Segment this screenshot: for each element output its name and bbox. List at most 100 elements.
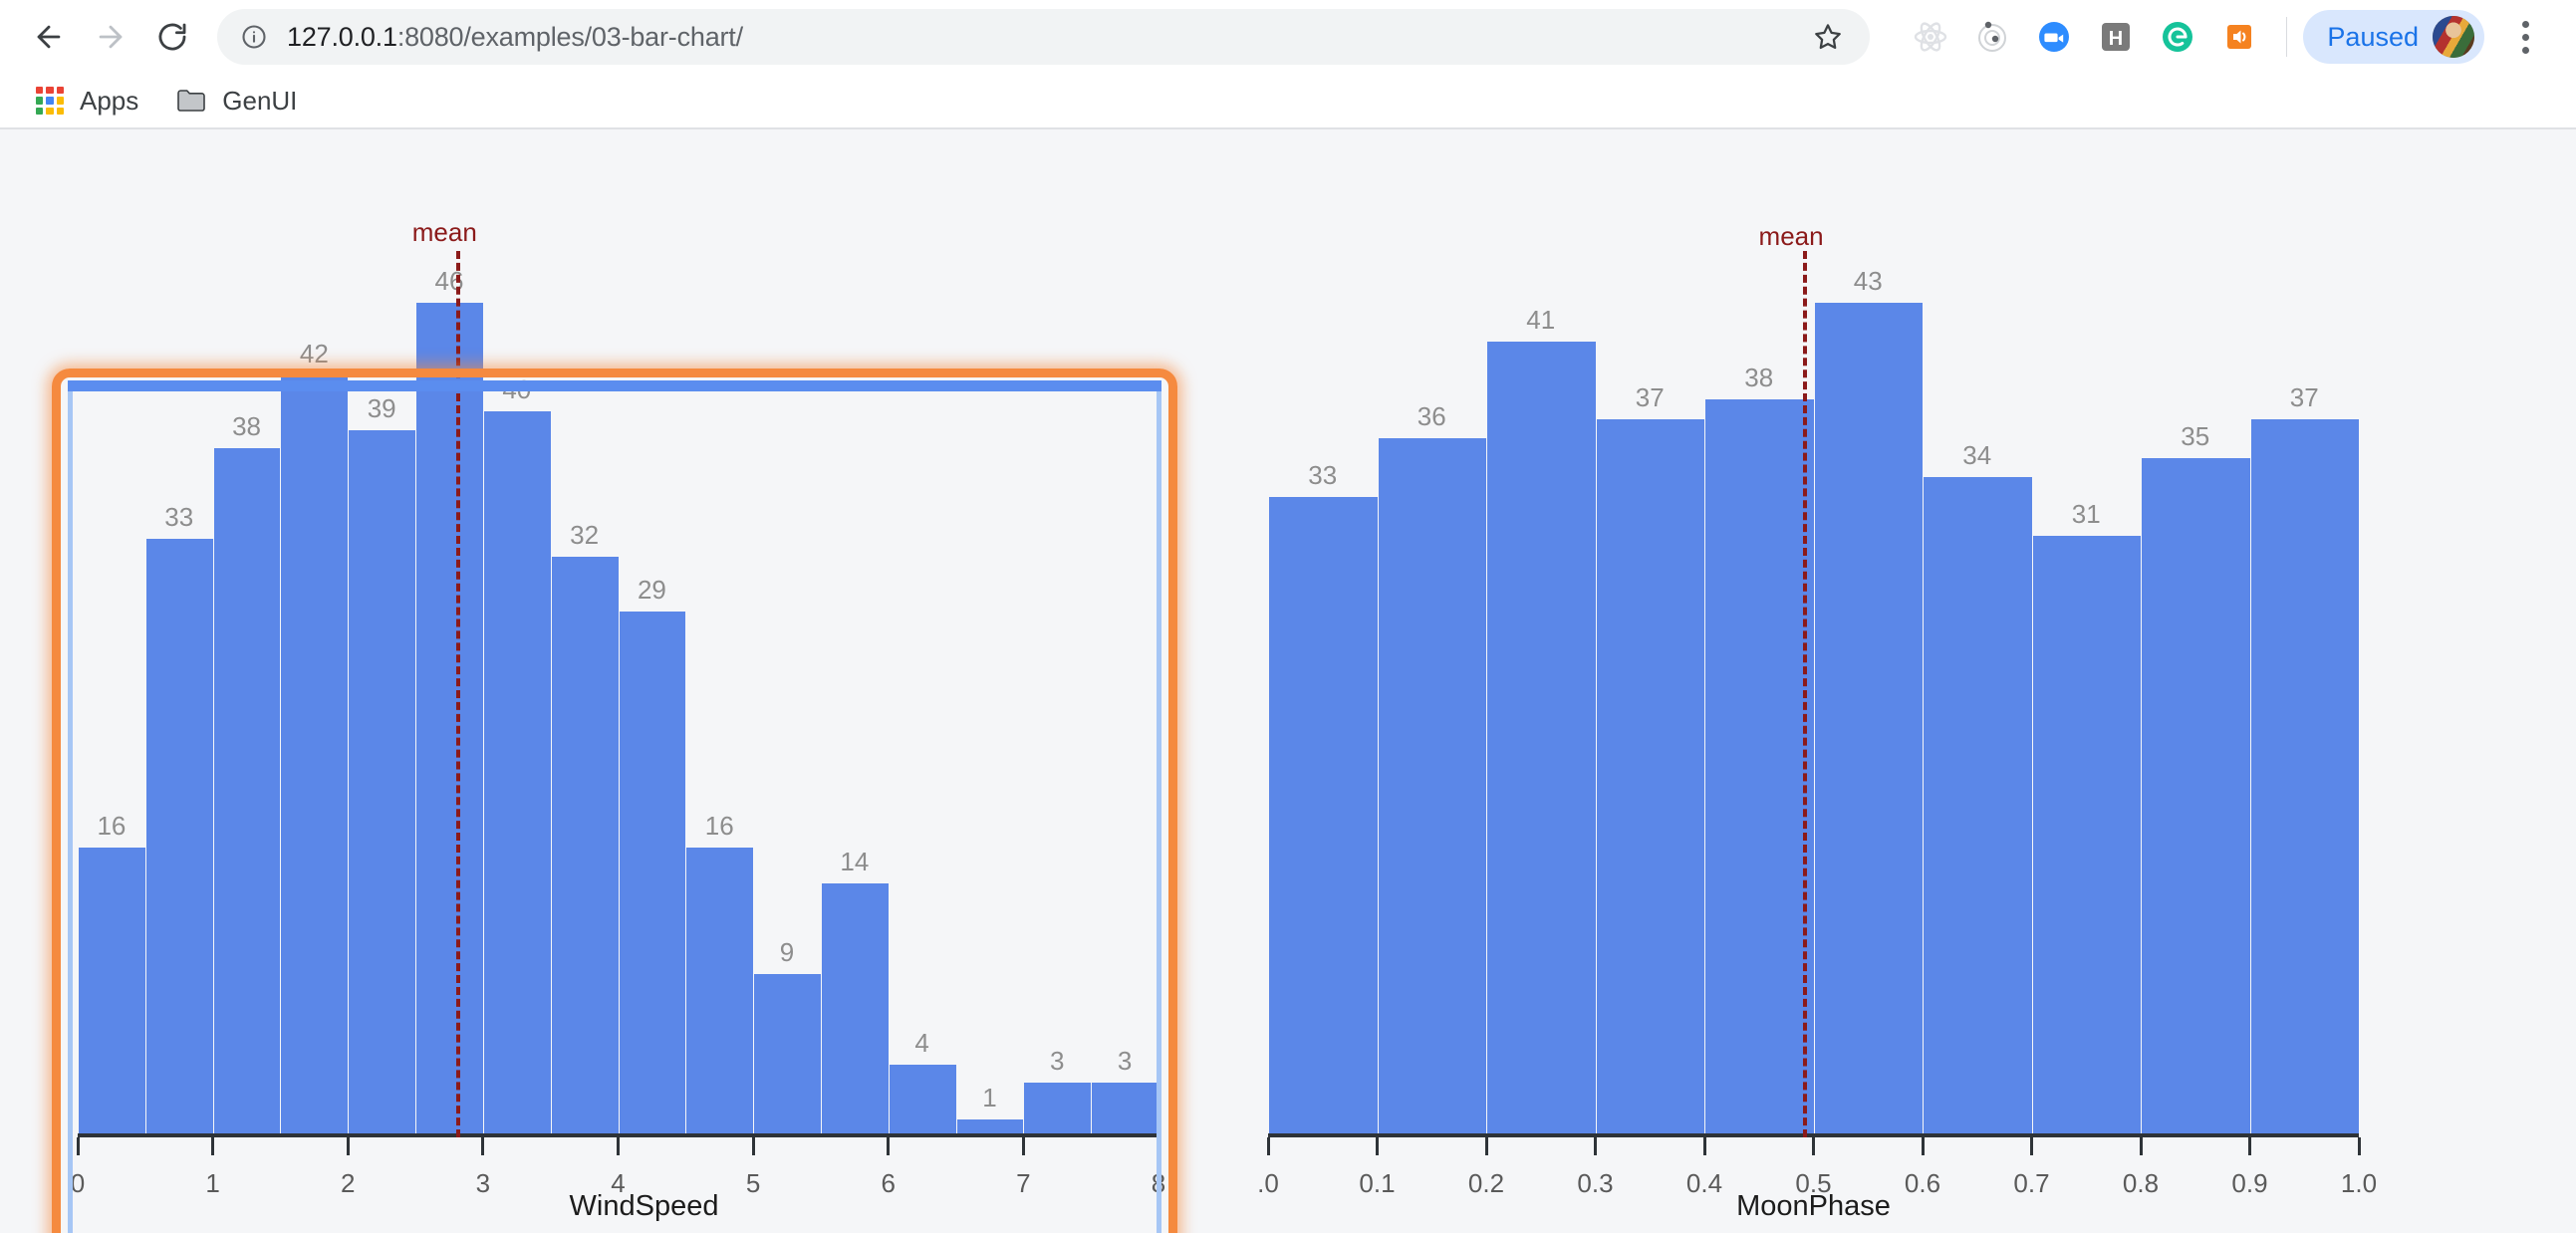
chart-cell-windspeed[interactable]: 163338423946403229169144133 012345678mea…: [0, 129, 1288, 1233]
site-info-icon[interactable]: [239, 22, 269, 52]
bar-value-label: 33: [145, 502, 213, 533]
zoom-video-icon: [2036, 19, 2072, 55]
reload-icon: [155, 20, 189, 54]
x-axis-tick: [1812, 1137, 1815, 1155]
bar-group[interactable]: 36: [1378, 251, 1487, 1137]
bar-group[interactable]: 32: [551, 251, 619, 1137]
zoom-icon[interactable]: [2023, 6, 2085, 68]
bar[interactable]: [1268, 497, 1378, 1137]
x-axis-tick: [887, 1137, 890, 1155]
bar-group[interactable]: 40: [483, 251, 551, 1137]
bar-group[interactable]: 16: [78, 251, 145, 1137]
bookmark-label: GenUI: [222, 86, 297, 117]
bookmark-item-apps[interactable]: Apps: [22, 78, 152, 124]
bar-value-label: 32: [551, 520, 619, 551]
bar-group[interactable]: 38: [1704, 251, 1814, 1137]
orbit-icon[interactable]: [1961, 6, 2023, 68]
bar-value-label: 36: [1378, 401, 1487, 432]
x-axis-tick: [2140, 1137, 2143, 1155]
reload-button[interactable]: [141, 6, 203, 68]
bookmark-star-button[interactable]: [1800, 9, 1856, 65]
bar[interactable]: [2141, 458, 2250, 1137]
bar-group[interactable]: 3: [1023, 251, 1091, 1137]
bar-value-label: 9: [753, 937, 821, 968]
bar-group[interactable]: 35: [2141, 251, 2250, 1137]
bar[interactable]: [821, 883, 889, 1137]
bar-group[interactable]: 42: [280, 251, 348, 1137]
bar-group[interactable]: 34: [1923, 251, 2032, 1137]
bar-group[interactable]: 46: [415, 251, 483, 1137]
mean-line: [1803, 251, 1807, 1137]
bar-group[interactable]: 38: [213, 251, 281, 1137]
address-bar[interactable]: 127.0.0.1:8080/examples/03-bar-chart/: [217, 9, 1870, 65]
bar-group[interactable]: 9: [753, 251, 821, 1137]
bar-value-label: 16: [78, 811, 145, 842]
grammarly-g-icon: [2160, 19, 2195, 55]
chart-cell-moonphase[interactable]: 33364137384334313537 .00.10.20.30.40.50.…: [1288, 129, 2576, 1233]
bar[interactable]: [348, 430, 415, 1137]
speaker-extension-icon[interactable]: [2208, 6, 2270, 68]
star-icon: [1812, 21, 1844, 53]
back-button[interactable]: [18, 6, 80, 68]
bar[interactable]: [685, 848, 753, 1137]
plot-area-windspeed[interactable]: 163338423946403229169144133 012345678mea…: [78, 251, 1159, 1137]
bar[interactable]: [280, 375, 348, 1137]
bar-group[interactable]: 37: [1596, 251, 1705, 1137]
bar-group[interactable]: 33: [1268, 251, 1378, 1137]
x-axis-tick: [1922, 1137, 1925, 1155]
bar[interactable]: [1378, 438, 1487, 1137]
bar[interactable]: [2250, 419, 2360, 1137]
x-axis-tick: [1594, 1137, 1597, 1155]
avatar[interactable]: [2433, 16, 2474, 58]
bar-group[interactable]: 16: [685, 251, 753, 1137]
bar[interactable]: [1814, 303, 1924, 1137]
x-axis-tick: [1158, 1137, 1160, 1155]
bar-value-label: 4: [889, 1028, 956, 1059]
bar-group[interactable]: 14: [821, 251, 889, 1137]
bar-value-label: 14: [821, 847, 889, 877]
bar[interactable]: [753, 974, 821, 1137]
bar-value-label: 41: [1486, 305, 1596, 336]
bar[interactable]: [1023, 1083, 1091, 1137]
three-dot-menu-icon[interactable]: [2496, 8, 2554, 66]
bookmark-item-genui[interactable]: GenUI: [162, 78, 311, 124]
x-axis-title: WindSpeed: [0, 1190, 1288, 1223]
bar-group[interactable]: 43: [1814, 251, 1924, 1137]
bar-group[interactable]: 41: [1486, 251, 1596, 1137]
bar[interactable]: [213, 448, 281, 1137]
bar[interactable]: [78, 848, 145, 1137]
bar-group[interactable]: 29: [619, 251, 686, 1137]
bar-group[interactable]: 31: [2032, 251, 2142, 1137]
profile-chip[interactable]: Paused: [2303, 10, 2484, 64]
react-atom-icon: [1913, 19, 1948, 55]
bar[interactable]: [145, 539, 213, 1137]
bar[interactable]: [1596, 419, 1705, 1137]
bar-group[interactable]: 37: [2250, 251, 2360, 1137]
bar-group[interactable]: 4: [889, 251, 956, 1137]
bar[interactable]: [1486, 342, 1596, 1137]
bar[interactable]: [619, 612, 686, 1137]
bar[interactable]: [1091, 1083, 1159, 1137]
bar-group[interactable]: 1: [956, 251, 1024, 1137]
bar[interactable]: [415, 303, 483, 1137]
bar-value-label: 3: [1091, 1046, 1159, 1077]
h-extension-icon[interactable]: H: [2085, 6, 2147, 68]
bar-group[interactable]: 39: [348, 251, 415, 1137]
x-axis-tick: [1485, 1137, 1488, 1155]
grammarly-icon[interactable]: [2147, 6, 2208, 68]
bar-value-label: 16: [685, 811, 753, 842]
bar[interactable]: [1704, 399, 1814, 1137]
plot-area-moonphase[interactable]: 33364137384334313537 .00.10.20.30.40.50.…: [1268, 251, 2359, 1137]
x-axis-tick: [1703, 1137, 1706, 1155]
bar[interactable]: [551, 557, 619, 1137]
bar[interactable]: [1923, 477, 2032, 1137]
bar[interactable]: [889, 1065, 956, 1137]
react-devtools-icon[interactable]: [1900, 6, 1961, 68]
orbit-circles-icon: [1974, 19, 2010, 55]
bar-group[interactable]: 3: [1091, 251, 1159, 1137]
forward-button[interactable]: [80, 6, 141, 68]
bar-value-label: 37: [1596, 382, 1705, 413]
bar[interactable]: [483, 411, 551, 1137]
bar[interactable]: [2032, 536, 2142, 1137]
bar-group[interactable]: 33: [145, 251, 213, 1137]
